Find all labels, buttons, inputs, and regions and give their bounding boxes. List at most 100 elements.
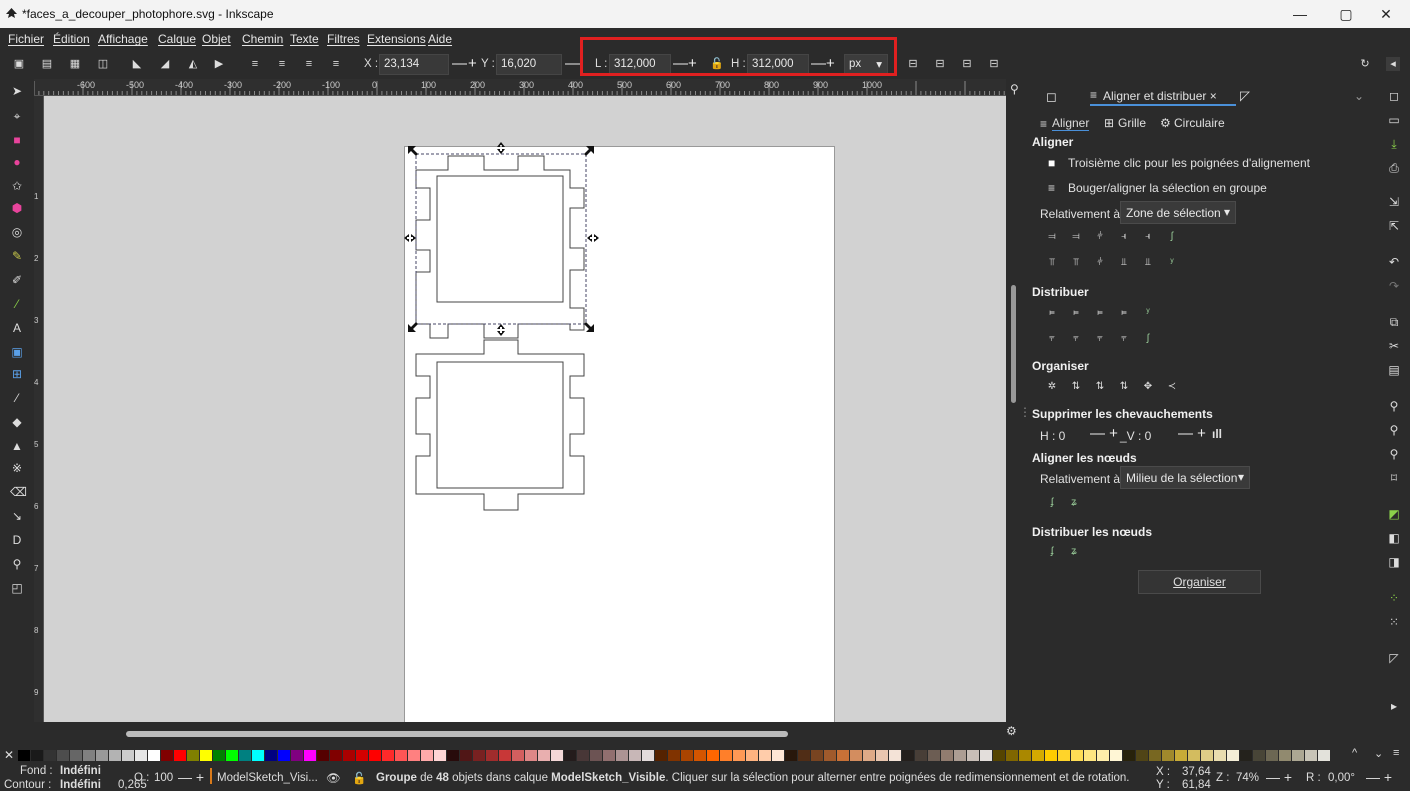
zoom-selection-icon[interactable]: ⚲	[1387, 399, 1401, 413]
color-swatch[interactable]	[1214, 750, 1226, 761]
canvas[interactable]	[44, 96, 1006, 722]
color-swatch[interactable]	[18, 750, 30, 761]
align-bottom-to-anchor-icon[interactable]: ⫪	[1046, 257, 1058, 269]
exchange-z-order-icon[interactable]: ⇅	[1070, 381, 1082, 393]
relative-select[interactable]: Zone de sélection ▾	[1120, 201, 1236, 224]
lower-icon[interactable]: ≡	[302, 57, 316, 71]
color-swatch[interactable]	[577, 750, 589, 761]
color-swatch[interactable]	[655, 750, 667, 761]
color-swatch[interactable]	[369, 750, 381, 761]
selector-tool-icon[interactable]: ➤	[10, 84, 24, 98]
group-icon[interactable]: ⁘	[1387, 591, 1401, 605]
color-swatch[interactable]	[681, 750, 693, 761]
color-swatch[interactable]	[837, 750, 849, 761]
flip-horizontal-icon[interactable]: ◭	[186, 57, 200, 71]
move-group-icon[interactable]: ≡	[1048, 181, 1055, 195]
color-swatch[interactable]	[1292, 750, 1304, 761]
color-swatch[interactable]	[1227, 750, 1239, 761]
color-swatch[interactable]	[460, 750, 472, 761]
text-tool-icon[interactable]: A	[10, 321, 24, 335]
align-bottom-edges-icon[interactable]: ⫫	[1118, 257, 1130, 269]
distribute-baselines-v-icon[interactable]: ʃ	[1142, 333, 1154, 345]
color-swatch[interactable]	[616, 750, 628, 761]
nodes-relative-select[interactable]: Milieu de la sélection ▾	[1120, 466, 1250, 489]
clone-icon[interactable]: ◧	[1387, 531, 1401, 545]
distribute-nodes-h-icon[interactable]: ʄ	[1046, 546, 1058, 558]
align-left-of-anchor-icon[interactable]: ⫣	[1142, 231, 1154, 243]
color-swatch[interactable]	[317, 750, 329, 761]
color-swatch[interactable]	[967, 750, 979, 761]
color-swatch[interactable]	[707, 750, 719, 761]
rotate-ccw-icon[interactable]: ◣	[130, 57, 144, 71]
opacity-value[interactable]: 100	[154, 772, 173, 784]
color-swatch[interactable]	[850, 750, 862, 761]
print-icon[interactable]: ⎙	[1387, 161, 1401, 175]
maximize-button[interactable]: ▢	[1326, 4, 1366, 24]
color-swatch[interactable]	[798, 750, 810, 761]
distribute-baselines-h-icon[interactable]: ʸ	[1142, 307, 1154, 319]
subtab-grille[interactable]: Grille	[1118, 116, 1146, 130]
color-swatch[interactable]	[941, 750, 953, 761]
distribute-left-edges-icon[interactable]: ⫢	[1046, 307, 1058, 319]
color-swatch[interactable]	[538, 750, 550, 761]
color-swatch[interactable]	[863, 750, 875, 761]
color-swatch[interactable]	[109, 750, 121, 761]
pencil-tool-icon[interactable]: ✐	[10, 273, 24, 287]
color-swatch[interactable]	[1279, 750, 1291, 761]
mesh-tool-icon[interactable]: ⊞	[10, 367, 24, 381]
color-swatch[interactable]	[1058, 750, 1070, 761]
center-horizontal-axis-icon[interactable]: ⫩	[1094, 257, 1106, 269]
palette-down-icon[interactable]: ⌄	[1374, 747, 1383, 760]
color-swatch[interactable]	[928, 750, 940, 761]
color-swatch[interactable]	[1019, 750, 1031, 761]
current-layer[interactable]: ModelSketch_Visi...	[217, 772, 318, 784]
color-swatch[interactable]	[603, 750, 615, 761]
close-button[interactable]: ✕	[1366, 4, 1406, 24]
align-nodes-vertical-icon[interactable]: ʑ	[1068, 497, 1080, 509]
color-swatch[interactable]	[486, 750, 498, 761]
rectangle-tool-icon[interactable]: ■	[10, 133, 24, 147]
remove-overlaps-button[interactable]: ıll	[1212, 427, 1222, 441]
palette-menu-icon[interactable]: ≡	[1393, 747, 1399, 759]
menu-fichier[interactable]: Fichier	[8, 32, 44, 46]
unclump-icon[interactable]: ✥	[1142, 381, 1154, 393]
align-top-to-anchor-icon[interactable]: ⫫	[1142, 257, 1154, 269]
color-swatch[interactable]	[174, 750, 186, 761]
node-tool-icon[interactable]: ⌖	[10, 109, 24, 123]
color-swatch[interactable]	[421, 750, 433, 761]
menu-texte[interactable]: Texte	[290, 32, 319, 46]
subtab-circulaire[interactable]: Circulaire	[1174, 116, 1225, 130]
zoom-drawing-icon[interactable]: ⚲	[1387, 423, 1401, 437]
color-swatch[interactable]	[226, 750, 238, 761]
box-face-bottom[interactable]	[415, 339, 585, 511]
color-swatch[interactable]	[265, 750, 277, 761]
new-document-icon[interactable]: ◻	[1387, 89, 1401, 103]
menu-chemin[interactable]: Chemin	[242, 32, 283, 46]
tweak-tool-icon[interactable]: ▲	[10, 439, 24, 453]
color-swatch[interactable]	[902, 750, 914, 761]
menu-objet[interactable]: Objet	[202, 32, 231, 46]
zoom-corner-icon[interactable]: ⚲	[1010, 82, 1019, 96]
color-swatch[interactable]	[96, 750, 108, 761]
color-swatch[interactable]	[447, 750, 459, 761]
y-field[interactable]: 16,020	[496, 54, 562, 75]
ellipse-tool-icon[interactable]: ●	[10, 155, 24, 169]
distribute-nodes-v-icon[interactable]: ʑ	[1068, 546, 1080, 558]
pages-tool-icon[interactable]: D	[10, 533, 24, 547]
color-swatch[interactable]	[161, 750, 173, 761]
color-swatch[interactable]	[551, 750, 563, 761]
touch-select-icon[interactable]: ◫	[96, 57, 110, 71]
color-swatch[interactable]	[668, 750, 680, 761]
color-swatch[interactable]	[720, 750, 732, 761]
color-swatch[interactable]	[876, 750, 888, 761]
color-swatch[interactable]	[239, 750, 251, 761]
tabs-menu-icon[interactable]: ⌄	[1354, 89, 1364, 103]
horizontal-scrollbar[interactable]: ⚙	[44, 722, 1017, 747]
color-swatch[interactable]	[395, 750, 407, 761]
fill-stroke-tab-icon[interactable]: ◸	[1240, 88, 1250, 104]
snap-icon[interactable]: ↻	[1358, 57, 1372, 71]
menu-edition[interactable]: Édition	[53, 32, 90, 46]
duplicate-icon[interactable]: ◩	[1387, 507, 1401, 521]
palette-up-icon[interactable]: ^	[1352, 747, 1357, 759]
color-swatch[interactable]	[980, 750, 992, 761]
